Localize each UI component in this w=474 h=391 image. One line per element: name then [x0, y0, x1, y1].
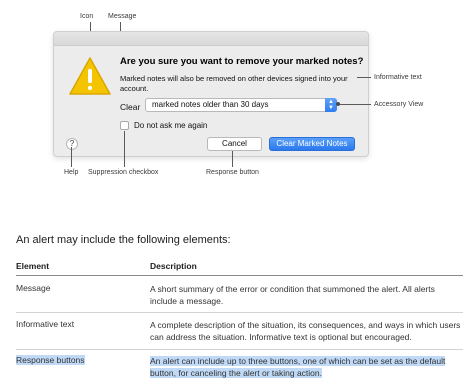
- table-cell-description: A short summary of the error or conditio…: [150, 284, 435, 306]
- callout-accessory-line: [338, 104, 371, 105]
- alert-window: Are you sure you want to remove your mar…: [53, 31, 369, 157]
- table-cell-description: A complete description of the situation,…: [150, 320, 461, 342]
- accessory-select[interactable]: marked notes older than 30 days ▲ ▼: [145, 98, 337, 112]
- accessory-label: Clear: [120, 102, 141, 112]
- callout-response-label: Response button: [206, 169, 259, 176]
- alert-informative-text: Marked notes will also be removed on oth…: [120, 74, 348, 93]
- suppression-checkbox[interactable]: [120, 121, 129, 130]
- clear-marked-notes-button[interactable]: Clear Marked Notes: [269, 137, 355, 151]
- callout-informative-line: [357, 77, 371, 78]
- callout-suppression-line: [124, 131, 125, 167]
- callout-icon-label: Icon: [80, 13, 94, 20]
- table-cell-element: Message: [16, 283, 51, 293]
- alert-message: Are you sure you want to remove your mar…: [120, 56, 364, 67]
- table-cell-element: Informative text: [16, 319, 75, 329]
- chevron-up-down-icon: ▲ ▼: [325, 98, 337, 112]
- table-cell-description-highlighted: An alert can include up to three buttons…: [150, 356, 446, 378]
- section-heading: An alert may include the following eleme…: [16, 234, 231, 246]
- accessory-select-value: marked notes older than 30 days: [152, 100, 269, 109]
- table-row-divider: [16, 312, 463, 313]
- table-header-element: Element: [16, 261, 50, 271]
- callout-response-line: [232, 151, 233, 167]
- table-header-description: Description: [150, 261, 197, 271]
- callout-message-label: Message: [108, 13, 137, 20]
- callout-suppression-label: Suppression checkbox: [88, 169, 159, 176]
- suppression-checkbox-label: Do not ask me again: [134, 121, 208, 130]
- callout-accessory-label: Accessory View: [374, 101, 424, 108]
- table-row-divider: [16, 349, 463, 350]
- help-button[interactable]: ?: [66, 138, 78, 150]
- alert-titlebar: [54, 32, 368, 46]
- callout-help-label: Help: [64, 169, 79, 176]
- table-cell-element-highlighted: Response buttons: [16, 355, 85, 365]
- callout-informative-label: Informative text: [374, 74, 422, 81]
- callout-accessory-dot: [336, 102, 340, 106]
- cancel-button[interactable]: Cancel: [207, 137, 262, 151]
- warning-icon: [69, 57, 111, 95]
- callout-help-line: [71, 147, 72, 167]
- table-header-divider: [16, 275, 463, 276]
